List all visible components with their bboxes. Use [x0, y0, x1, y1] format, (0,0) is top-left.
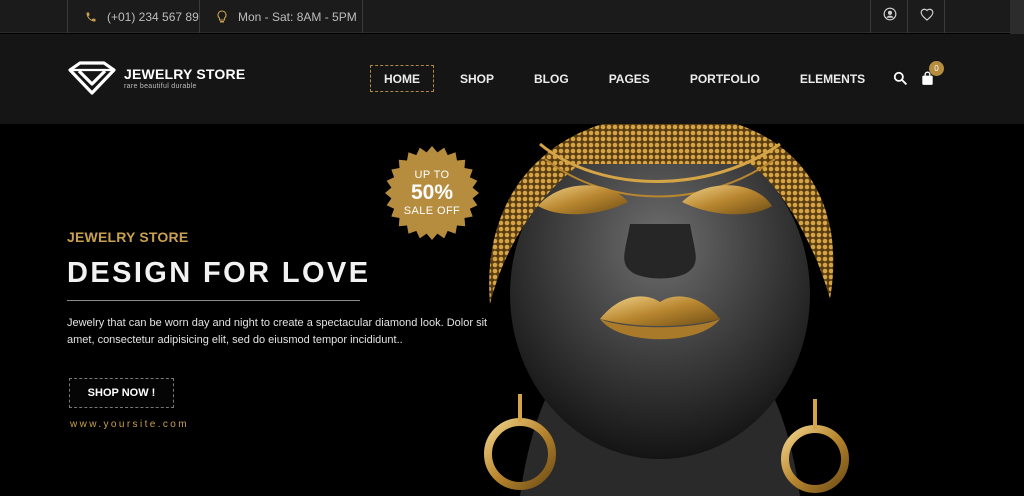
site-url-link[interactable]: www.yoursite.com	[70, 419, 189, 430]
brand-name: JEWELRY STORE	[124, 66, 246, 82]
lightbulb-icon	[215, 9, 229, 24]
divider	[944, 0, 945, 33]
account-button[interactable]	[871, 0, 908, 33]
nav-item-pages[interactable]: PAGES	[595, 65, 664, 92]
wishlist-button[interactable]	[908, 0, 945, 33]
hero-headline: DESIGN FOR LOVE	[67, 257, 371, 289]
badge-bottom-text: SALE OFF	[403, 205, 461, 217]
divider	[362, 0, 363, 33]
hero-banner	[0, 124, 1024, 496]
search-button[interactable]	[892, 70, 908, 86]
hours-text: Mon - Sat: 8AM - 5PM	[238, 9, 357, 24]
logo-text: JEWELRY STORE rare beautiful durable	[124, 66, 245, 90]
opening-hours: Mon - Sat: 8AM - 5PM	[215, 0, 357, 33]
phone-icon	[84, 10, 98, 24]
search-icon	[893, 71, 907, 85]
nav-item-elements[interactable]: ELEMENTS	[786, 65, 879, 92]
nav-item-shop[interactable]: SHOP	[446, 65, 508, 92]
nav-item-home[interactable]: HOME	[370, 65, 434, 92]
phone-number: (+01) 234 567 89	[107, 9, 199, 24]
shop-now-button[interactable]: SHOP NOW !	[69, 378, 174, 408]
badge-value: 50%	[410, 181, 454, 204]
brand-logo[interactable]: JEWELRY STORE rare beautiful durable	[66, 60, 245, 96]
badge-top-text: UP TO	[414, 169, 450, 181]
divider	[199, 0, 200, 33]
hero-eyebrow: JEWELRY STORE	[67, 229, 189, 245]
sale-badge[interactable]: UP TO 50% SALE OFF	[384, 145, 480, 241]
nav-item-portfolio[interactable]: PORTFOLIO	[676, 65, 774, 92]
cart-count-badge: 0	[929, 61, 944, 76]
user-icon	[883, 7, 897, 26]
brand-tagline: rare beautiful durable	[124, 83, 197, 90]
heart-icon	[920, 8, 934, 26]
nav-item-blog[interactable]: BLOG	[520, 65, 583, 92]
divider	[67, 0, 68, 33]
hero-description: Jewelry that can be worn day and night t…	[67, 317, 488, 346]
contact-phone[interactable]: (+01) 234 567 89	[84, 0, 199, 33]
site-header: JEWELRY STORE rare beautiful durable HOM…	[0, 34, 1024, 124]
diamond-logo-icon	[68, 61, 116, 95]
main-navigation: HOME SHOP BLOG PAGES PORTFOLIO ELEMENTS	[370, 65, 891, 92]
top-info-bar: (+01) 234 567 89 Mon - Sat: 8AM - 5PM	[0, 0, 1024, 33]
hero-model-image	[484, 124, 849, 496]
headline-divider	[67, 300, 360, 301]
